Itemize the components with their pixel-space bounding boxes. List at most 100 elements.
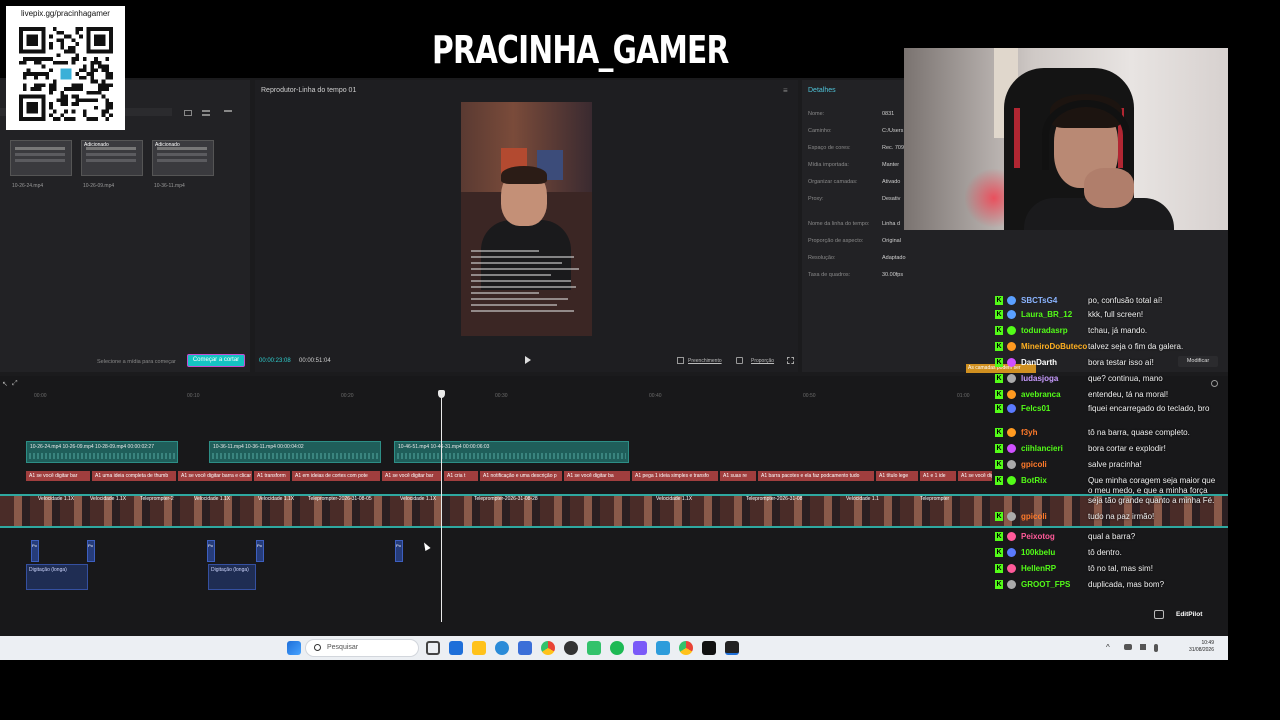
subtitle-clip[interactable]: A1 se você dig (958, 471, 992, 481)
spotify-icon[interactable] (610, 641, 624, 655)
webcam-feed (904, 48, 1228, 230)
chat-username[interactable]: ciihlancieri (1021, 444, 1063, 453)
subtitle-clip[interactable]: A1 se você digitar bar (26, 471, 90, 481)
subtitle-clip[interactable]: A1 pega 1 ideia simples e transfo (632, 471, 718, 481)
audio-clip[interactable]: Digitação (longa) (208, 564, 256, 590)
editpilot-button[interactable]: EditPilot (1176, 611, 1202, 618)
play-icon[interactable] (525, 356, 531, 364)
chat-username[interactable]: f3yh (1021, 428, 1037, 437)
chat-username[interactable]: gpicoli (1021, 512, 1047, 521)
chat-username[interactable]: MineiroDoButeco (1021, 342, 1087, 351)
subtitle-clip[interactable]: A1 suas re (720, 471, 756, 481)
detail-label-path: Caminho: (808, 128, 832, 134)
chat-username[interactable]: SBCTsG4 (1021, 296, 1057, 305)
chat-username[interactable]: Laura_BR_12 (1021, 310, 1072, 319)
user-badge-icon (1007, 310, 1016, 319)
windows-start-icon[interactable] (287, 641, 301, 655)
playhead[interactable] (438, 390, 445, 622)
mic-icon[interactable] (1154, 644, 1158, 652)
chat-username[interactable]: ludasjoga (1021, 374, 1058, 383)
subtitle-clip[interactable]: A1 título lege (876, 471, 918, 481)
grid-view-icon[interactable] (184, 110, 192, 116)
panel-icon[interactable] (1154, 610, 1164, 619)
discord-icon[interactable] (633, 641, 647, 655)
taskbar-clock[interactable]: 10:49 31/08/2026 (1189, 640, 1214, 654)
list-view-icon[interactable] (202, 110, 210, 116)
chat-message: K BotRix Que minha coragem seja maior que … (992, 474, 1228, 505)
kick-icon: K (995, 374, 1003, 383)
chat-message: K Peixotog qual a barra? (992, 530, 1228, 546)
timeline-clip[interactable]: 10-26-24.mp4 10-26-09.mp4 10-28-09.mp4 0… (26, 441, 178, 463)
subtitle-clip[interactable]: A1 notificação e uma descrição p (480, 471, 562, 481)
small-clip[interactable]: Po (31, 540, 39, 562)
tray-chevron-icon[interactable]: ^ (1106, 643, 1110, 652)
crop-icon[interactable] (736, 357, 743, 364)
start-cutting-button[interactable]: Começar a cortar (187, 354, 245, 367)
audio-clip-label: Digitação (longa) (211, 567, 249, 573)
subtitle-clip[interactable]: A1 cria t (444, 471, 478, 481)
chat-message: K GROOT_FPS duplicada, mas bom? (992, 578, 1228, 594)
network-icon[interactable] (1124, 644, 1132, 650)
file-explorer-icon[interactable] (472, 641, 486, 655)
chat-username[interactable]: HellenRP (1021, 564, 1056, 573)
store-icon[interactable] (518, 641, 532, 655)
fit-icon[interactable] (677, 357, 684, 364)
volume-icon[interactable] (1140, 644, 1146, 650)
chrome-icon[interactable] (541, 641, 555, 655)
chat-username[interactable]: toduradasrp (1021, 326, 1068, 335)
small-clip[interactable]: Po (207, 540, 215, 562)
taskbar-app-icon[interactable] (587, 641, 601, 655)
audio-clip[interactable]: Digitação (longa) (26, 564, 88, 590)
taskbar-app-icon[interactable] (449, 641, 463, 655)
timeline-clip[interactable]: 10-36-11.mp4 10-36-11.mp4 00:00:04:02 (209, 441, 381, 463)
select-tool-icon[interactable]: ↖ (2, 380, 8, 388)
chat-username[interactable]: avebranca (1021, 390, 1061, 399)
detail-value-imported: Manter (882, 162, 900, 168)
chat-username[interactable]: Peixotog (1021, 532, 1055, 541)
editor-app-icon[interactable] (725, 641, 739, 655)
sort-icon[interactable] (224, 110, 232, 116)
ruler-tick: 00:30 (495, 393, 508, 399)
chat-username[interactable]: gpicoli (1021, 460, 1047, 469)
chat-username[interactable]: GROOT_FPS (1021, 580, 1070, 589)
fill-button[interactable]: Preenchimento (688, 358, 722, 364)
subtitle-clip[interactable]: A1 barra pacotes e ela faz podcamento tu… (758, 471, 874, 481)
video-preview[interactable] (461, 102, 592, 336)
ruler-tick: 00:00 (34, 393, 47, 399)
small-clip[interactable]: Po (395, 540, 403, 562)
subtitle-clip[interactable]: A1 transform (254, 471, 290, 481)
subtitle-clip[interactable]: A1 se você digitar barra e clicar (178, 471, 252, 481)
speed-label: Velocidade 1.1X (656, 496, 693, 502)
capcut-icon[interactable] (702, 641, 716, 655)
subtitle-clip[interactable]: A1 se você digitar bar (382, 471, 442, 481)
split-tool-icon[interactable]: ⤢ (12, 380, 18, 388)
chat-username[interactable]: 100kbelu (1021, 548, 1055, 557)
media-thumbnail-1[interactable] (10, 140, 72, 176)
user-badge-icon (1007, 512, 1016, 521)
clip-label: 10-26-24.mp4 10-26-09.mp4 10-28-09.mp4 0… (30, 444, 154, 450)
detail-label-aspect: Proporção de aspecto: (808, 238, 864, 244)
small-clip[interactable]: Po (87, 540, 95, 562)
subtitle-clip[interactable]: A1 e 1 ide (920, 471, 956, 481)
chat-message-text: tô dentro. (1088, 548, 1122, 557)
timeline-clip[interactable]: 10-46-51.mp4 10-46-31.mp4 00:00:06:03 (394, 441, 629, 463)
user-badge-icon (1007, 390, 1016, 399)
chat-username[interactable]: BotRix (1021, 476, 1047, 485)
chat-username[interactable]: DanDarth (1021, 358, 1057, 367)
chat-message-text: duplicada, mas bom? (1088, 580, 1165, 589)
fullscreen-icon[interactable] (787, 357, 794, 364)
small-clip[interactable]: Po (256, 540, 264, 562)
chat-username[interactable]: Felcs01 (1021, 404, 1050, 413)
edge-icon[interactable] (495, 641, 509, 655)
ratio-button[interactable]: Proporção (751, 358, 774, 364)
obs-icon[interactable] (564, 641, 578, 655)
more-options-icon[interactable]: ≡ (783, 86, 788, 95)
subtitle-clip[interactable]: A1 em ideias de cortes com pote (292, 471, 380, 481)
task-view-icon[interactable] (426, 641, 440, 655)
chrome-icon[interactable] (679, 641, 693, 655)
subtitle-clip[interactable]: A1 uma ideia completa de thumb (92, 471, 176, 481)
detail-label-colorspace: Espaço de cores: (808, 145, 851, 151)
taskbar-search-input[interactable]: Pesquisar (305, 639, 419, 657)
taskbar-app-icon[interactable] (656, 641, 670, 655)
subtitle-clip[interactable]: A1 se você digitar ba (564, 471, 630, 481)
